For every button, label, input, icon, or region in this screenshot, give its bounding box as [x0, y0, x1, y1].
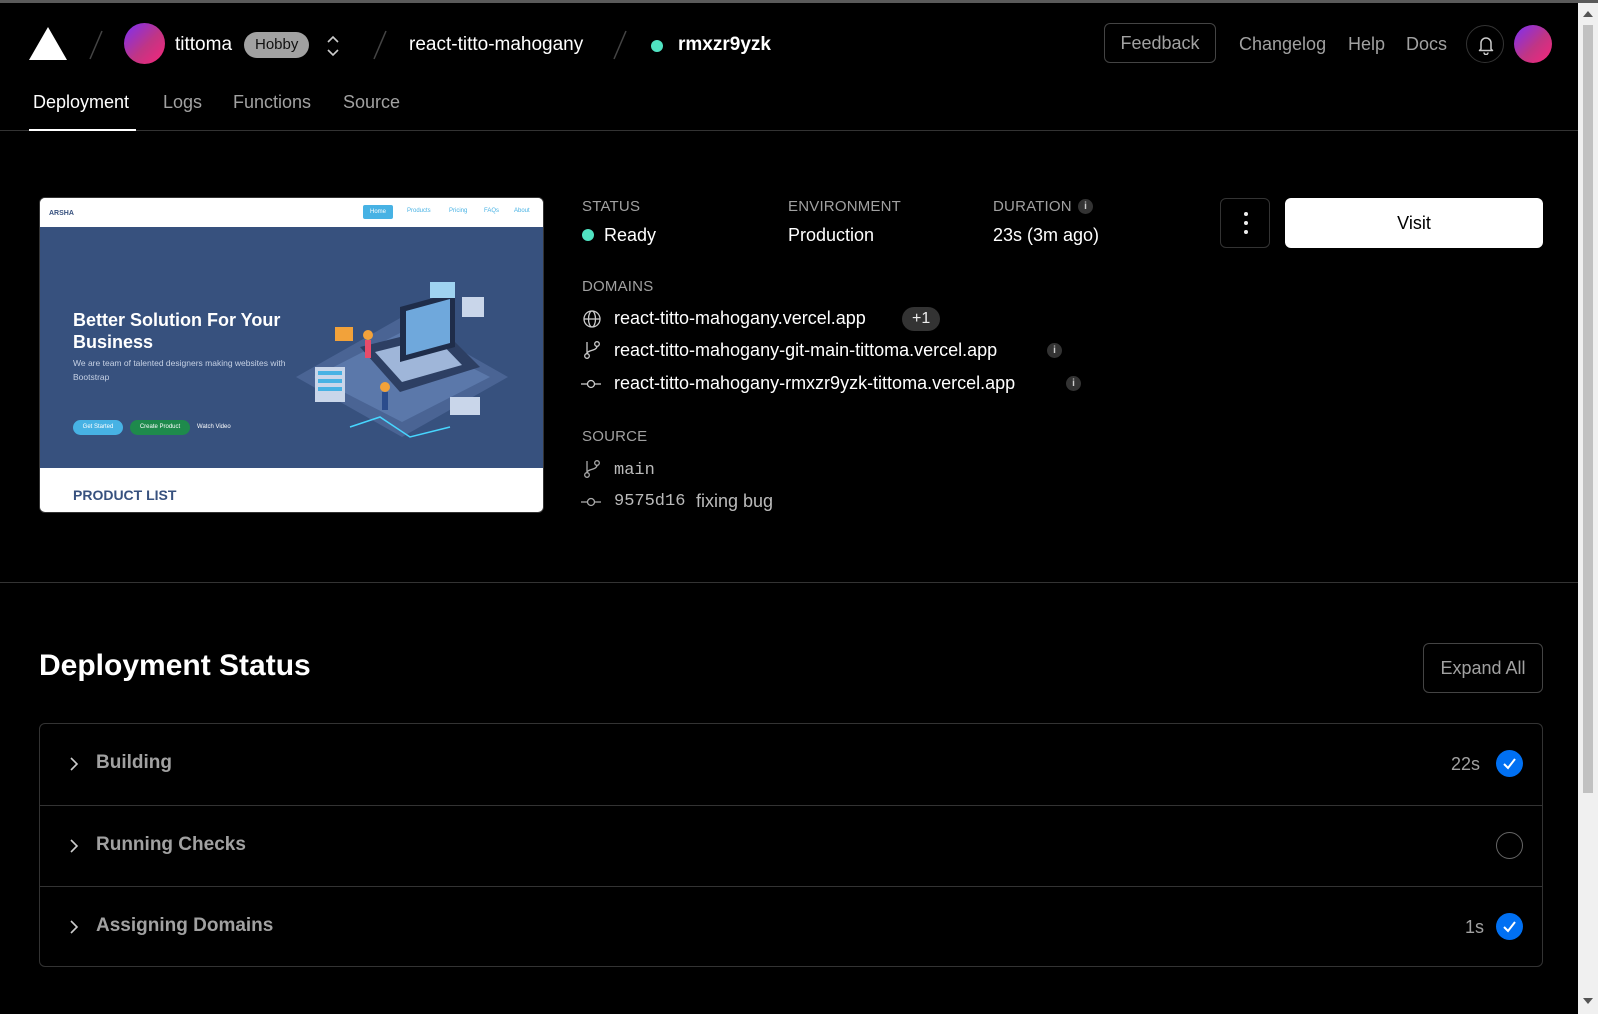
- info-icon[interactable]: i: [1047, 343, 1062, 358]
- check-circle-icon: [1496, 913, 1523, 940]
- project-name[interactable]: react-titto-mahogany: [409, 34, 583, 56]
- ready-status-dot: [582, 229, 594, 241]
- step-name: Assigning Domains: [96, 915, 274, 936]
- tab-logs[interactable]: Logs: [163, 92, 202, 113]
- step-assigning-domains[interactable]: Assigning Domains 1s: [40, 886, 1542, 967]
- info-icon[interactable]: i: [1066, 376, 1081, 391]
- deployment-id[interactable]: rmxzr9yzk: [678, 34, 771, 56]
- help-link[interactable]: Help: [1348, 34, 1385, 55]
- team-name[interactable]: tittoma: [175, 34, 232, 56]
- tab-deployment[interactable]: Deployment: [33, 92, 129, 113]
- commit-hash[interactable]: 9575d16: [614, 492, 685, 511]
- preview-nav-home: Home: [363, 205, 393, 219]
- active-tab-indicator: [29, 129, 136, 131]
- scroll-up-arrow-icon[interactable]: [1583, 11, 1593, 17]
- kebab-dot: [1244, 212, 1248, 216]
- globe-icon: [583, 310, 601, 328]
- domain-link-branch[interactable]: react-titto-mahogany-git-main-tittoma.ve…: [614, 340, 997, 361]
- top-navigation: tittoma Hobby react-titto-mahogany rmxzr…: [0, 3, 1578, 131]
- preview-create-product: Create Product: [130, 420, 190, 435]
- deployment-preview-screenshot[interactable]: ARSHA Home Products Pricing FAQs About B…: [39, 197, 544, 513]
- preview-hero: Better Solution For Your Business We are…: [40, 227, 543, 468]
- vercel-logo-icon[interactable]: [29, 27, 67, 60]
- tab-source[interactable]: Source: [343, 92, 400, 113]
- domain-link-primary[interactable]: react-titto-mahogany.vercel.app: [614, 308, 866, 329]
- visit-button[interactable]: Visit: [1285, 198, 1543, 248]
- step-duration: 22s: [1451, 754, 1481, 774]
- domains-label: DOMAINS: [582, 278, 654, 295]
- environment-value: Production: [788, 225, 875, 245]
- check-circle-icon: [1496, 750, 1523, 777]
- vertical-scrollbar[interactable]: [1578, 3, 1598, 1014]
- breadcrumb-separator-icon: [89, 30, 103, 60]
- status-label: STATUS: [582, 198, 641, 215]
- more-options-button[interactable]: [1220, 198, 1270, 248]
- preview-nav-faqs: FAQs: [484, 208, 500, 214]
- step-name: Running Checks: [96, 834, 246, 855]
- duration-label: DURATION: [993, 198, 1072, 215]
- preview-brand: ARSHA: [49, 210, 74, 217]
- docs-link[interactable]: Docs: [1406, 34, 1447, 55]
- section-divider: [0, 582, 1578, 583]
- team-avatar[interactable]: [124, 23, 165, 64]
- source-branch[interactable]: main: [614, 461, 655, 480]
- git-commit-icon: [581, 379, 601, 389]
- pending-circle-icon: [1496, 832, 1523, 859]
- deployment-status-dot: [651, 40, 663, 52]
- chevron-right-icon: [70, 920, 79, 934]
- duration-value: 23s (3m ago): [993, 225, 1100, 245]
- step-name: Building: [96, 752, 172, 773]
- step-running-checks[interactable]: Running Checks: [40, 805, 1542, 886]
- more-domains-badge[interactable]: +1: [902, 307, 941, 331]
- preview-product-list-heading: PRODUCT LIST: [73, 487, 177, 503]
- kebab-dot: [1244, 221, 1248, 225]
- breadcrumb-separator-icon: [613, 30, 627, 60]
- preview-hero-illustration: [296, 282, 508, 438]
- git-branch-icon: [584, 460, 600, 478]
- preview-watch-video: Watch Video: [197, 424, 231, 430]
- preview-navbar: ARSHA Home Products Pricing FAQs About: [40, 198, 543, 227]
- git-commit-icon: [581, 497, 601, 507]
- preview-get-started: Get Started: [73, 420, 123, 435]
- deployment-status-title: Deployment Status: [39, 649, 311, 682]
- preview-headline: Better Solution For Your Business: [73, 310, 281, 352]
- source-label: SOURCE: [582, 428, 648, 445]
- plan-badge: Hobby: [244, 32, 310, 58]
- step-duration: 1s: [1465, 917, 1485, 937]
- kebab-dot: [1244, 230, 1248, 234]
- feedback-button[interactable]: Feedback: [1104, 23, 1216, 63]
- status-value: Ready: [604, 225, 657, 245]
- info-icon[interactable]: i: [1078, 199, 1093, 214]
- chevron-right-icon: [70, 839, 79, 853]
- git-branch-icon: [584, 341, 600, 359]
- preview-nav-pricing: Pricing: [449, 208, 468, 214]
- commit-message: fixing bug: [696, 491, 774, 511]
- breadcrumb-separator-icon: [373, 30, 387, 60]
- preview-nav-about: About: [514, 208, 530, 214]
- chevron-up-down-icon[interactable]: [322, 33, 344, 59]
- preview-subtext: We are team of talented designers making…: [73, 358, 286, 382]
- notifications-button[interactable]: [1466, 25, 1504, 63]
- scroll-down-arrow-icon[interactable]: [1583, 998, 1593, 1004]
- domain-link-deployment[interactable]: react-titto-mahogany-rmxzr9yzk-tittoma.v…: [614, 373, 1015, 394]
- expand-all-button[interactable]: Expand All: [1423, 643, 1543, 693]
- preview-nav-products: Products: [407, 208, 431, 214]
- user-avatar[interactable]: [1514, 25, 1552, 63]
- deployment-steps-list: Building 22s Running Checks Assigning Do…: [39, 723, 1543, 967]
- scrollbar-thumb[interactable]: [1583, 25, 1593, 793]
- step-building[interactable]: Building 22s: [40, 724, 1542, 805]
- tab-functions[interactable]: Functions: [233, 92, 311, 113]
- changelog-link[interactable]: Changelog: [1239, 34, 1326, 55]
- bell-icon: [1478, 37, 1494, 55]
- environment-label: ENVIRONMENT: [788, 198, 902, 215]
- chevron-right-icon: [70, 757, 79, 771]
